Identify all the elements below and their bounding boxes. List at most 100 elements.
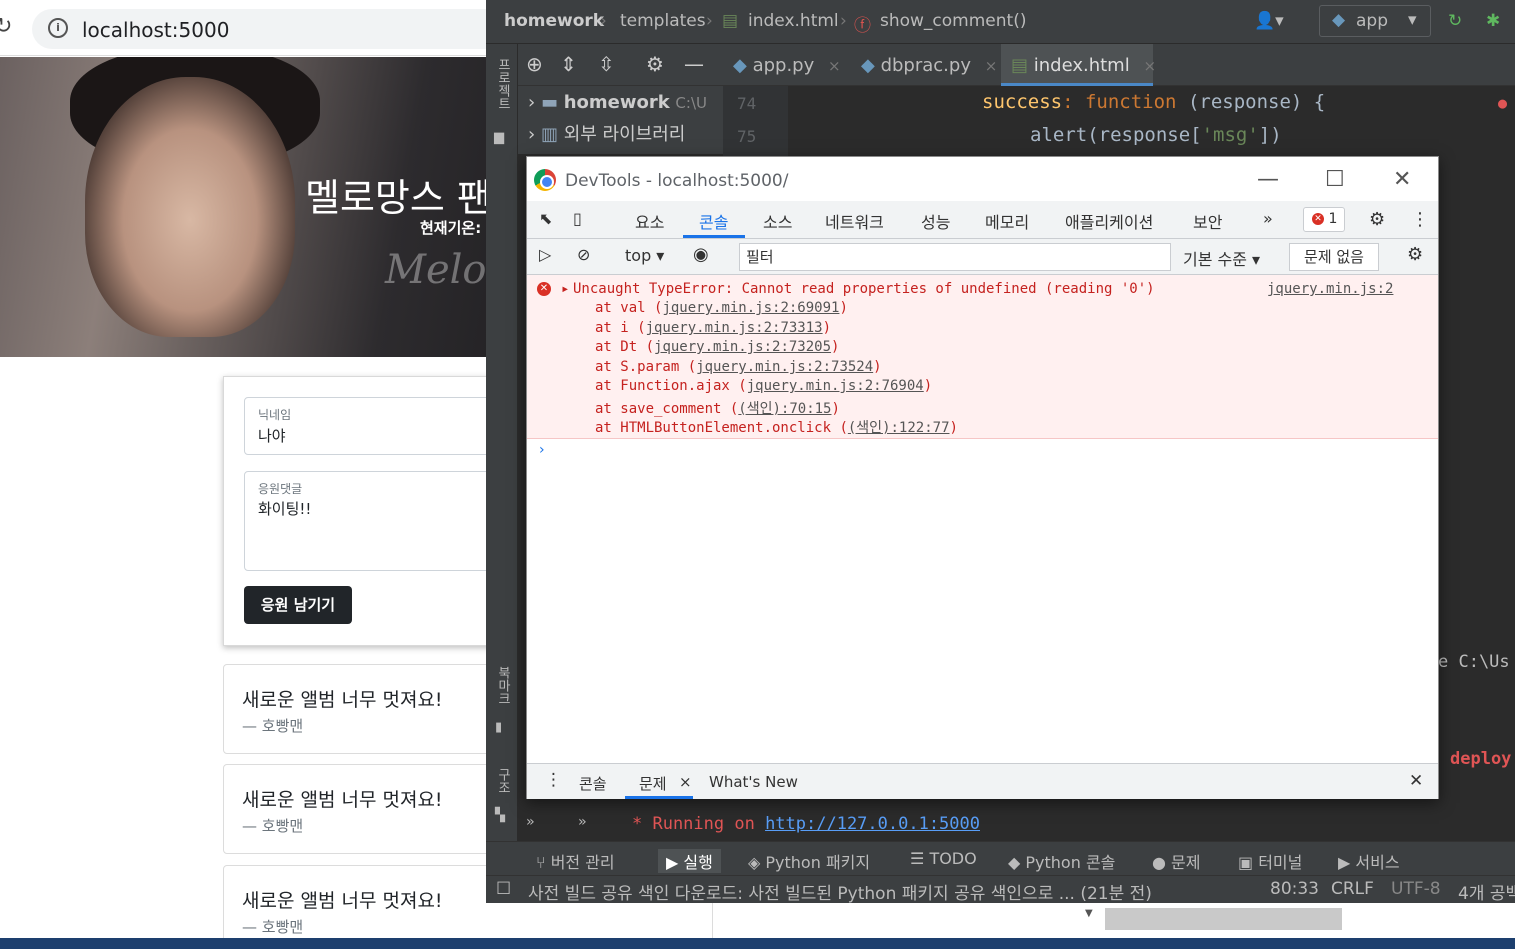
error-count-badge[interactable]: ✕ 1	[1303, 207, 1345, 232]
status-square-icon[interactable]: ☐	[496, 879, 511, 899]
horizontal-scrollbar[interactable]	[1105, 908, 1342, 930]
drawer-menu-icon[interactable]: ⋮	[545, 770, 562, 790]
stack-link[interactable]: jquery.min.js:2:73313	[646, 320, 823, 336]
folder-icon: ▬	[540, 92, 558, 113]
code-token: :	[1062, 91, 1074, 113]
tool-label: 터미널	[1258, 853, 1303, 872]
minimize-icon[interactable]: —	[1257, 167, 1279, 192]
run-output-link[interactable]: http://127.0.0.1:5000	[765, 814, 980, 834]
debug-bug-icon[interactable]: ✱	[1486, 11, 1500, 31]
code-token: function	[1084, 91, 1177, 113]
error-source-link[interactable]: jquery.min.js:2	[1267, 281, 1393, 297]
drawer-tab-whats-new[interactable]: What's New	[709, 773, 798, 791]
tool-problems[interactable]: ● 문제	[1152, 849, 1201, 873]
close-drawer-icon[interactable]: ✕	[1409, 771, 1423, 791]
tab-network[interactable]: 네트워크	[825, 209, 884, 233]
error-marker-icon[interactable]: ●	[1498, 94, 1507, 112]
sidebar-toggle-icon[interactable]: ▷	[539, 245, 551, 264]
stack-link[interactable]: jquery.min.js:2:73205	[654, 339, 831, 355]
stack-frame: at Dt (jquery.min.js:2:73205)	[595, 339, 840, 355]
kebab-menu-icon[interactable]: ⋮	[1411, 209, 1429, 230]
tool-python-console[interactable]: ◆ Python 콘솔	[1008, 849, 1115, 873]
tool-python-packages[interactable]: ◈ Python 패키지	[748, 849, 870, 873]
expand-icon[interactable]: »	[578, 814, 586, 830]
submit-comment-button[interactable]: 응원 남기기	[244, 586, 352, 624]
tab-memory[interactable]: 메모리	[985, 209, 1029, 233]
stack-link[interactable]: jquery.min.js:2:73524	[696, 359, 873, 375]
close-icon[interactable]: ×	[985, 57, 998, 75]
tool-terminal[interactable]: ▣ 터미널	[1238, 849, 1302, 873]
comment-value[interactable]: 화이팅!!	[258, 498, 311, 519]
reload-icon[interactable]: ↻	[0, 14, 12, 39]
breadcrumb-folder[interactable]: templates	[620, 11, 706, 31]
tool-services[interactable]: ▶ 서비스	[1338, 849, 1400, 873]
scroll-down-arrow-icon[interactable]: ▼	[1085, 908, 1105, 938]
tab-application[interactable]: 애플리케이션	[1065, 209, 1153, 233]
tab-performance[interactable]: 성능	[921, 209, 950, 233]
nickname-value[interactable]: 나야	[258, 425, 286, 446]
gear-icon[interactable]: ⚙	[1407, 244, 1423, 265]
stack-link[interactable]: jquery.min.js:2:69091	[662, 300, 839, 316]
close-icon[interactable]: ×	[1143, 57, 1156, 75]
html-file-icon: ▤	[722, 11, 739, 31]
tab-elements[interactable]: 요소	[635, 209, 664, 233]
project-tool-label[interactable]: 프로젝트	[493, 58, 512, 110]
drawer-tab-console[interactable]: 콘솔	[579, 773, 607, 794]
minimize-icon[interactable]: —	[684, 52, 704, 76]
indent-setting[interactable]: 4개 공백	[1458, 879, 1515, 903]
bookmarks-tool-label[interactable]: 북마크	[493, 666, 512, 705]
expand-icon[interactable]: »	[526, 814, 534, 830]
tree-item-external-libraries[interactable]: › ▥ 외부 라이브러리	[528, 120, 685, 146]
stack-link[interactable]: jquery.min.js:2:76904	[747, 378, 924, 394]
clear-console-icon[interactable]: ⊘	[577, 245, 590, 264]
code-editor[interactable]: success: function (response) { alert(res…	[788, 86, 1515, 156]
breadcrumb-project[interactable]: homework	[504, 11, 604, 31]
drawer-tab-issues[interactable]: 문제	[639, 773, 667, 794]
locate-icon[interactable]: ⊕	[526, 52, 543, 76]
collapse-all-icon[interactable]: ⇳	[598, 52, 615, 76]
expand-triangle-icon[interactable]: ▸	[561, 281, 569, 297]
stack-link[interactable]: (색인):70:15	[738, 401, 831, 417]
console-prompt[interactable]: ›	[539, 442, 545, 458]
console-filter-input[interactable]: 필터	[739, 243, 1171, 271]
gear-icon[interactable]: ⚙	[646, 52, 664, 76]
tree-item-homework[interactable]: › ▬ homework C:\U	[528, 92, 707, 113]
context-select[interactable]: top ▾	[625, 246, 664, 265]
stack-link[interactable]: (색인):122:77	[848, 420, 950, 436]
rerun-icon[interactable]: ↻	[1448, 11, 1462, 31]
maximize-icon[interactable]: ☐	[1325, 167, 1345, 192]
eye-icon[interactable]: ◉	[693, 244, 709, 265]
file-encoding[interactable]: UTF-8	[1391, 879, 1441, 899]
breadcrumb-function[interactable]: show_comment()	[880, 11, 1026, 31]
inspect-element-icon[interactable]: ⬉	[539, 209, 552, 228]
run-config-select[interactable]: ◆ app ▾	[1319, 5, 1431, 37]
breadcrumb-file[interactable]: index.html	[748, 11, 839, 31]
tool-vcs[interactable]: ⑂ 버전 관리	[536, 849, 615, 873]
tab-app-py[interactable]: ◆ app.py ×	[723, 44, 851, 86]
chevron-down-icon: ▾	[1408, 10, 1417, 30]
more-tabs-icon[interactable]: »	[1263, 209, 1273, 228]
close-icon[interactable]: ×	[679, 773, 692, 791]
tab-index-html[interactable]: ▤ index.html ×	[1001, 44, 1156, 86]
structure-tool-label[interactable]: 구조	[493, 768, 512, 794]
tool-run[interactable]: ▶ 실행	[658, 849, 721, 873]
gear-icon[interactable]: ⚙	[1369, 209, 1385, 230]
url-text[interactable]: localhost:5000	[82, 18, 229, 42]
close-icon[interactable]: ×	[828, 57, 841, 75]
device-toolbar-icon[interactable]: ▯	[573, 209, 582, 228]
info-icon[interactable]: i	[48, 18, 68, 38]
close-icon[interactable]: ✕	[1393, 167, 1411, 192]
tab-console[interactable]: 콘솔	[699, 209, 728, 233]
line-separator[interactable]: CRLF	[1331, 879, 1374, 899]
tab-dbprac-py[interactable]: ◆ dbprac.py ×	[851, 44, 1001, 86]
chrome-logo-icon	[534, 169, 556, 191]
issues-button[interactable]: 문제 없음	[1289, 243, 1379, 271]
tab-sources[interactable]: 소스	[763, 209, 792, 233]
expand-all-icon[interactable]: ⇕	[560, 52, 577, 76]
log-level-select[interactable]: 기본 수준 ▾	[1183, 246, 1260, 270]
tab-security[interactable]: 보안	[1193, 209, 1222, 233]
tool-todo[interactable]: ☰ TODO	[910, 849, 977, 868]
status-message[interactable]: 사전 빌드 공유 색인 다운로드: 사전 빌드된 Python 패키지 공유 색…	[528, 879, 1152, 903]
user-icon[interactable]: 👤▾	[1254, 11, 1284, 31]
caret-position[interactable]: 80:33	[1270, 879, 1319, 899]
